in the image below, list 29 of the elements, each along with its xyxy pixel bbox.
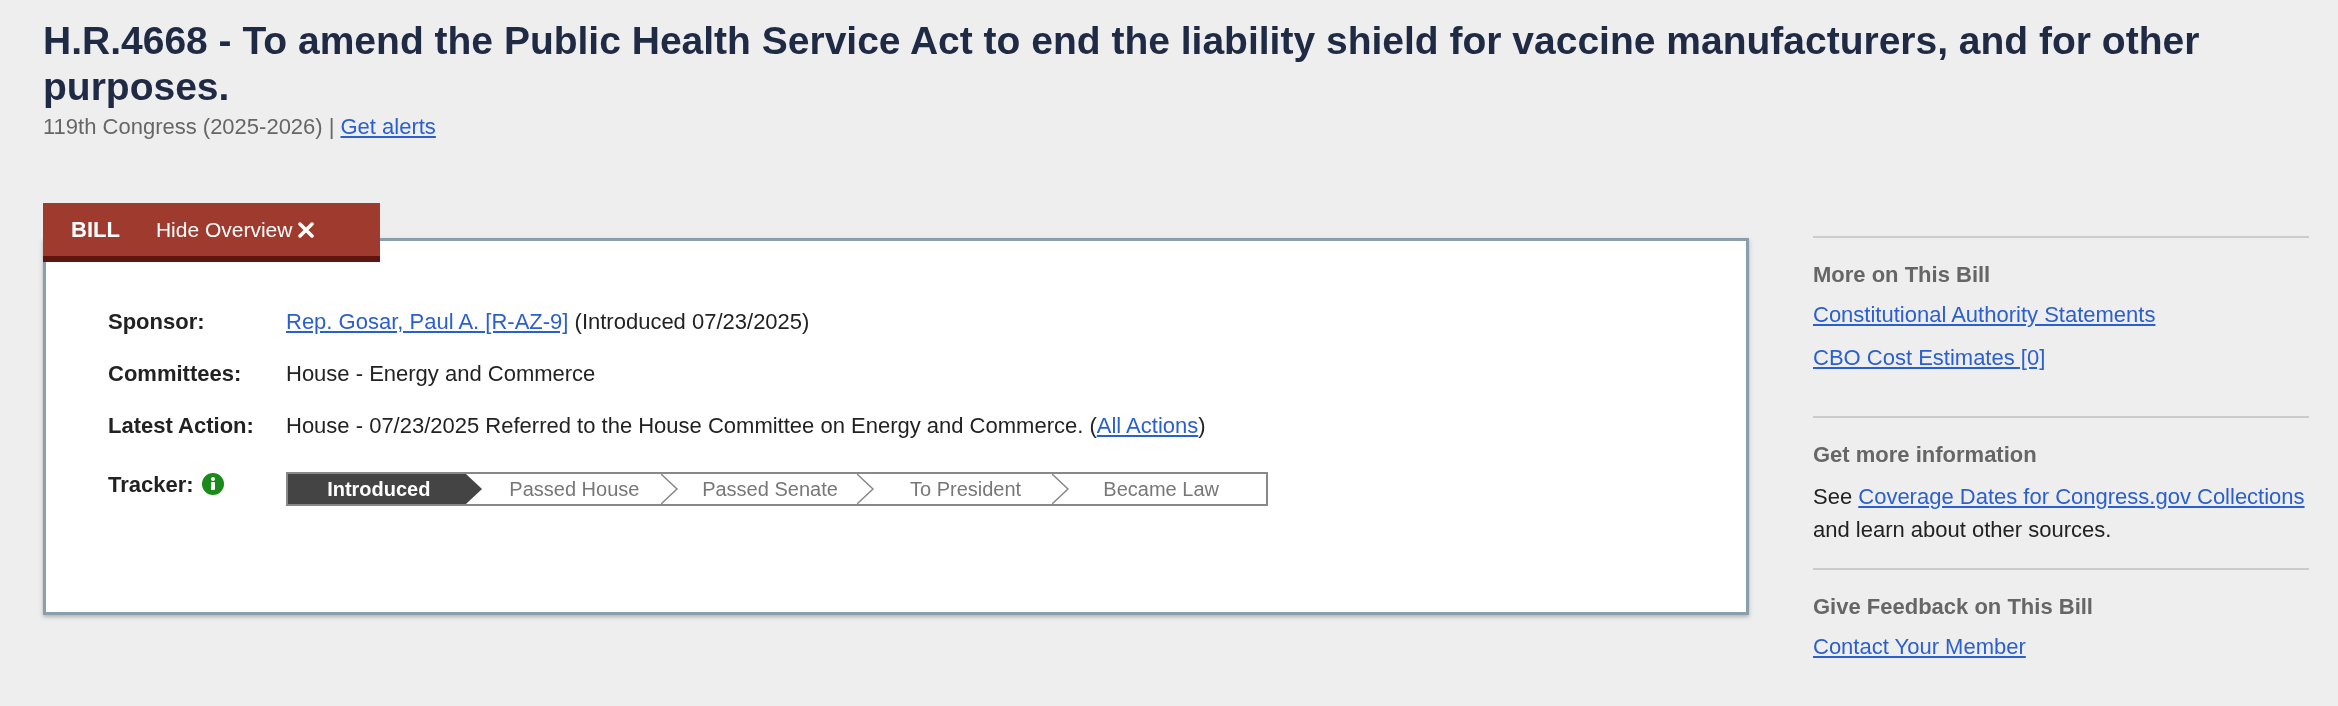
- info-text: See Coverage Dates for Congress.gov Collections and learn about other sources.: [1813, 483, 2306, 544]
- sponsor-link[interactable]: Rep. Gosar, Paul A. [R-AZ-9]: [286, 309, 569, 334]
- tracker-stage: Introduced: [288, 474, 484, 504]
- congress-text: 119th Congress (2025-2026) |: [43, 114, 335, 139]
- section-heading: More on This Bill: [1813, 262, 1992, 288]
- row-label: Latest Action:: [108, 412, 255, 440]
- sidebar-link[interactable]: Constitutional Authority Statements: [1813, 302, 2156, 327]
- tracker-stage: Passed House: [483, 474, 680, 504]
- committee-text: House - Energy and Commerce: [286, 360, 597, 388]
- info-icon[interactable]: [201, 473, 224, 495]
- tracker-stage: Passed Senate: [679, 474, 875, 504]
- row-label: Tracker:: [108, 471, 194, 499]
- hide-overview-button[interactable]: Hide Overview: [147, 203, 323, 256]
- section-heading: Get more information: [1813, 442, 2038, 468]
- tracker-stage: To President: [874, 474, 1071, 504]
- sidebar-link[interactable]: CBO Cost Estimates [0]: [1813, 345, 2046, 370]
- sponsor-text: Rep. Gosar, Paul A. [R-AZ-9] (Introduced 07/23/2025): [286, 308, 811, 336]
- section-heading: Give Feedback on This Bill: [1813, 594, 2094, 620]
- get-alerts-link[interactable]: Get alerts: [340, 114, 436, 139]
- coverage-dates-link[interactable]: Coverage Dates for Congress.gov Collections: [1858, 484, 2305, 509]
- row-label: Sponsor:: [108, 308, 206, 336]
- bill-title: H.R.4668 - To amend the Public Health Service Act to end the liability shield for vaccine manufacturers, and for other purposes.: [43, 18, 2201, 110]
- row-label: Committees:: [108, 360, 243, 388]
- chevron-icon: [465, 474, 484, 504]
- bill-tab[interactable]: BILL: [43, 216, 148, 243]
- tracker-stage: Became Law: [1102, 477, 1220, 502]
- sidebar-link[interactable]: Contact Your Member: [1813, 634, 2026, 659]
- latest-action-text: House - 07/23/2025 Referred to the House Committee on Energy and Commerce. (All Actions): [286, 412, 1207, 440]
- close-icon: [298, 221, 315, 238]
